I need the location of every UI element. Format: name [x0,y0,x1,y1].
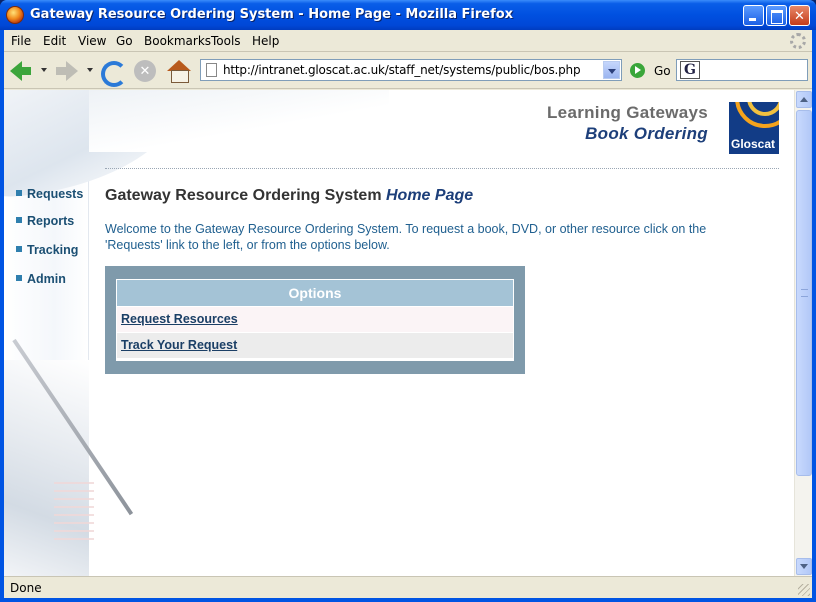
search-bar[interactable]: G [676,59,808,81]
scroll-thumb[interactable] [796,110,812,476]
table-row: Track Your Request [117,333,513,358]
track-your-request-link[interactable]: Track Your Request [121,338,237,352]
status-bar: Done [4,576,812,598]
browser-chrome: File Edit View Go Bookmarks Tools Help h… [4,30,812,598]
search-input[interactable] [703,61,803,79]
status-text: Done [10,581,42,595]
sidebar-item-label: Requests [27,187,84,201]
brand-line-1: Learning Gateways [547,103,708,122]
page-title: Gateway Resource Ordering System Home Pa… [105,187,473,205]
sidebar-item-admin[interactable]: Admin [16,272,66,286]
firefox-icon [6,6,24,24]
title-bar[interactable]: Gateway Resource Ordering System - Home … [0,0,816,30]
back-history-dropdown-icon[interactable] [41,68,47,72]
page-title-emphasis: Home Page [386,187,474,204]
sidebar-item-requests[interactable]: Requests [16,187,83,201]
go-button-label[interactable]: Go [654,64,671,78]
pen-decoration-image [4,360,94,576]
menu-tools[interactable]: Tools [211,34,241,48]
options-panel: Options Request Resources Track Your Req… [105,266,525,374]
window-title: Gateway Resource Ordering System - Home … [30,7,514,22]
bullet-icon [16,190,22,196]
go-icon[interactable] [630,63,645,78]
menu-edit[interactable]: Edit [43,34,66,48]
vertical-scrollbar[interactable] [794,90,812,576]
search-engine-icon[interactable]: G [680,61,700,79]
bullet-icon [16,246,22,252]
sidebar-item-label: Admin [27,272,66,286]
options-table: Options Request Resources Track Your Req… [116,279,514,361]
sidebar-item-label: Tracking [27,243,79,257]
menu-bookmarks[interactable]: Bookmarks [144,34,211,48]
address-bar[interactable]: http://intranet.gloscat.ac.uk/staff_net/… [200,59,622,81]
logo-text: Gloscat [731,137,776,151]
intro-text: Welcome to the Gateway Resource Ordering… [105,222,707,252]
menu-view[interactable]: View [78,34,106,48]
address-dropdown-icon[interactable] [603,61,620,79]
page-icon [206,63,217,77]
brand-line-2: Book Ordering [585,124,708,143]
close-icon: ✕ [794,8,805,23]
menu-go[interactable]: Go [116,34,133,48]
menu-file[interactable]: File [11,34,31,48]
options-heading: Options [117,280,513,306]
sidebar-item-tracking[interactable]: Tracking [16,243,78,257]
close-button[interactable]: ✕ [789,5,810,26]
forward-history-dropdown-icon[interactable] [87,68,93,72]
scroll-down-icon[interactable] [796,558,812,575]
navigation-toolbar: http://intranet.gloscat.ac.uk/staff_net/… [4,53,812,89]
bullet-icon [16,217,22,223]
gloscat-logo: Gloscat [729,102,779,154]
maximize-icon [767,6,786,25]
reload-icon[interactable] [98,58,127,87]
sidebar-item-reports[interactable]: Reports [16,214,74,228]
page-viewport: Requests Reports Tracking Admin Learning… [4,90,794,576]
header-swoosh-decoration [89,90,389,152]
scroll-up-icon[interactable] [796,91,812,108]
brand-text: Learning Gateways Book Ordering [547,103,708,144]
address-input[interactable]: http://intranet.gloscat.ac.uk/staff_net/… [223,63,581,77]
throbber-icon [790,33,806,49]
minimize-button[interactable] [743,5,764,26]
stop-icon[interactable] [132,58,158,84]
bullet-icon [16,275,22,281]
home-icon[interactable] [166,58,192,84]
back-arrow-icon[interactable] [8,58,34,84]
table-row: Request Resources [117,307,513,332]
sidebar-item-label: Reports [27,214,75,228]
maximize-button[interactable] [766,5,787,26]
left-sidebar: Requests Reports Tracking Admin [4,90,190,576]
resize-grip-icon[interactable] [798,584,810,596]
forward-arrow-icon[interactable] [54,58,80,84]
header-divider [105,168,779,169]
menu-bar: File Edit View Go Bookmarks Tools Help [4,30,812,52]
minimize-icon [744,6,763,25]
page-title-main: Gateway Resource Ordering System [105,187,386,204]
menu-help[interactable]: Help [252,34,279,48]
browser-window: Gateway Resource Ordering System - Home … [0,0,816,602]
request-resources-link[interactable]: Request Resources [121,312,238,326]
